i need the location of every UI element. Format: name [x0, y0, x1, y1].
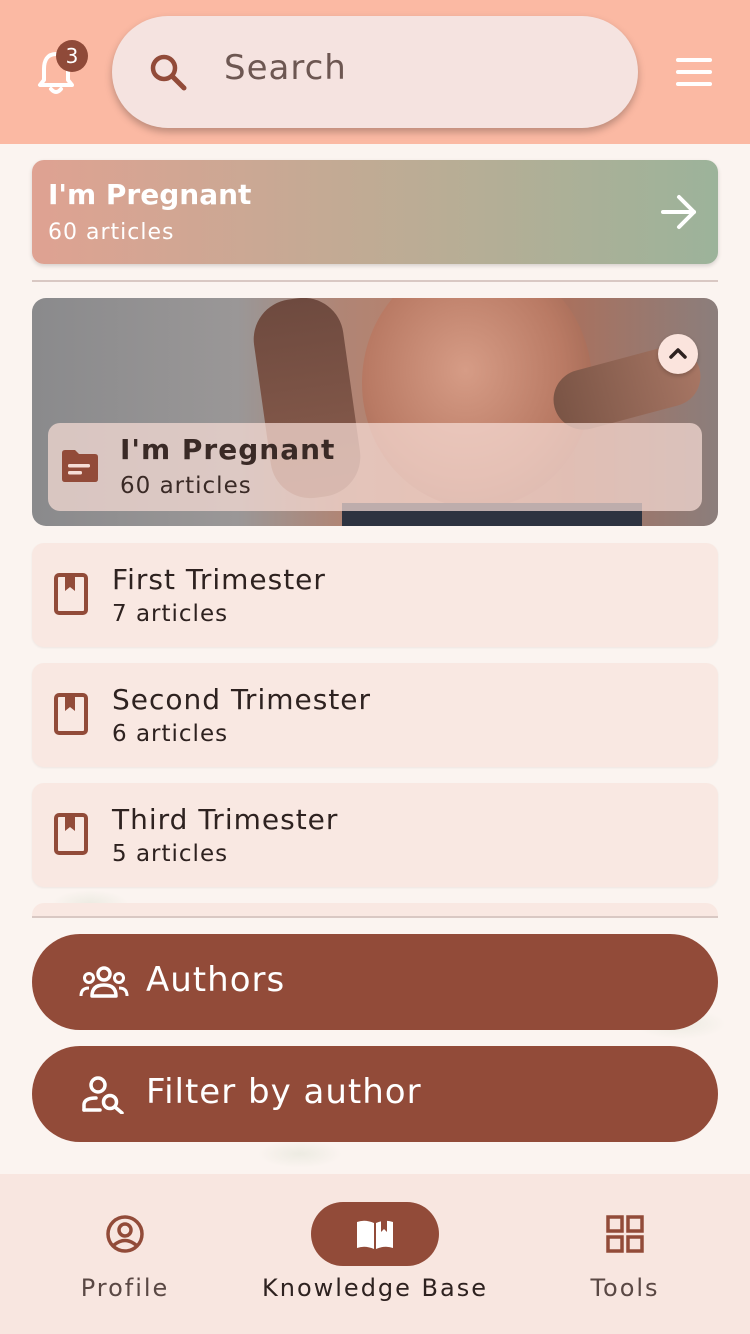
search-input[interactable]: Search	[224, 48, 347, 88]
nav-icon-container	[61, 1202, 189, 1266]
arrow-right-icon	[661, 195, 696, 229]
filter-by-author-label: Filter by author	[146, 1072, 422, 1112]
subcategory-article-count: 5 articles	[112, 841, 229, 867]
divider	[32, 916, 718, 918]
group-icon	[79, 966, 129, 998]
category-title: I'm Pregnant	[48, 178, 252, 211]
search-bar[interactable]: Search	[112, 16, 638, 128]
category-card[interactable]: I'm Pregnant 60 articles	[32, 160, 718, 264]
bottom-navigation-bar: Profile Knowledge Base Tools	[0, 1174, 750, 1334]
nav-label-tools: Tools	[590, 1274, 660, 1302]
notification-badge: 3	[56, 40, 88, 72]
subcategory-item[interactable]: Third Trimester 5 articles	[32, 783, 718, 887]
subcategory-item[interactable]: Second Trimester 6 articles	[32, 663, 718, 767]
authors-label: Authors	[146, 960, 286, 1000]
authors-button[interactable]: Authors	[32, 934, 718, 1030]
chevron-up-icon	[669, 348, 687, 359]
hero-article-count: 60 articles	[120, 473, 252, 499]
category-article-count: 60 articles	[48, 220, 175, 245]
collapse-button[interactable]	[658, 334, 698, 374]
subcategory-item-partial	[32, 903, 718, 917]
bookmark-book-icon	[54, 573, 88, 615]
nav-item-profile[interactable]: Profile	[0, 1174, 250, 1334]
filter-by-author-button[interactable]: Filter by author	[32, 1046, 718, 1142]
nav-label-knowledge-base: Knowledge Base	[262, 1274, 488, 1302]
category-hero-image: I'm Pregnant 60 articles	[32, 298, 718, 526]
nav-label-profile: Profile	[80, 1274, 170, 1302]
hero-title: I'm Pregnant	[120, 433, 336, 466]
open-book-icon	[357, 1218, 393, 1249]
nav-item-knowledge-base[interactable]: Knowledge Base	[250, 1174, 500, 1334]
nav-icon-container	[311, 1202, 439, 1266]
subcategory-article-count: 7 articles	[112, 601, 229, 627]
subcategory-title: First Trimester	[112, 563, 326, 596]
subcategory-item[interactable]: First Trimester 7 articles	[32, 543, 718, 647]
nav-icon-container	[561, 1202, 689, 1266]
folder-icon	[62, 450, 98, 482]
divider	[32, 280, 718, 282]
nav-item-tools[interactable]: Tools	[500, 1174, 750, 1334]
hero-label-panel: I'm Pregnant 60 articles	[48, 423, 702, 511]
subcategory-article-count: 6 articles	[112, 721, 229, 747]
hamburger-menu-icon[interactable]	[676, 58, 712, 86]
account-circle-icon	[106, 1215, 144, 1253]
person-search-icon	[82, 1076, 124, 1114]
search-icon	[150, 54, 187, 91]
grid-icon	[606, 1215, 644, 1253]
top-app-bar: 3 Search	[0, 0, 750, 144]
subcategory-title: Second Trimester	[112, 683, 372, 716]
subcategory-title: Third Trimester	[112, 803, 339, 836]
bookmark-book-icon	[54, 693, 88, 735]
bookmark-book-icon	[54, 813, 88, 855]
